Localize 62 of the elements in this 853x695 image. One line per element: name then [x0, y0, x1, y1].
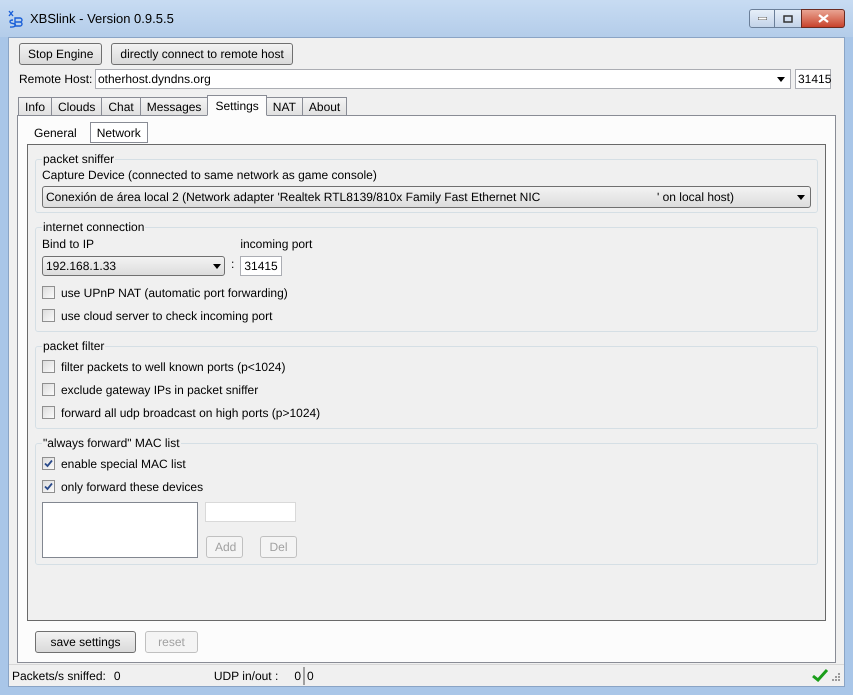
- maximize-button[interactable]: [775, 9, 801, 28]
- button[interactable]: Stop Engine: [19, 43, 102, 65]
- checkbox-label: enable special MAC list: [61, 456, 186, 472]
- resize-grip-icon: [830, 670, 840, 680]
- group-title: internet connection: [42, 220, 146, 234]
- checkmark-icon: [44, 482, 53, 491]
- checkbox[interactable]: [42, 406, 55, 419]
- button[interactable]: directly connect to remote host: [111, 43, 293, 65]
- remote-host-combobox[interactable]: otherhost.dyndns.org: [95, 69, 791, 89]
- app-logo-icon: [8, 10, 24, 28]
- tab[interactable]: Settings: [207, 95, 267, 116]
- checkbox-label: use cloud server to check incoming port: [61, 308, 272, 324]
- group-title: "always forward" MAC list: [42, 436, 181, 450]
- checkbox-label: exclude gateway IPs in packet sniffer: [61, 382, 258, 398]
- tab[interactable]: About: [302, 97, 348, 116]
- checkbox[interactable]: [42, 457, 55, 470]
- capture-device-label: Capture Device (connected to same network as game console): [42, 167, 378, 184]
- maximize-icon: [783, 14, 793, 22]
- port-separator: :: [231, 256, 234, 273]
- dropdown-arrow-icon: [213, 264, 221, 268]
- capture-device-dropdown[interactable]: Conexión de área local 2 (Network adapter 'Realtek RTL8139/810x Family Fast Ethernet NIC ' on local host): [42, 186, 811, 208]
- checkbox-label: only forward these devices: [61, 478, 204, 496]
- bind-ip-dropdown[interactable]: 192.168.1.33: [42, 256, 225, 276]
- checkbox-label: use UPnP NAT (automatic port forwarding): [61, 284, 288, 302]
- dropdown-arrow-icon: [777, 76, 785, 82]
- mac-address-field[interactable]: [205, 502, 296, 522]
- tab[interactable]: Clouds: [51, 97, 102, 116]
- tab[interactable]: General: [27, 122, 84, 143]
- mac-address-list[interactable]: [42, 502, 198, 558]
- packets-label: Packets/s sniffed:: [12, 668, 106, 684]
- checkmark-icon: [812, 669, 828, 682]
- close-icon: [818, 14, 828, 23]
- checkbox-label: filter packets to well known ports (p<1024): [61, 358, 286, 376]
- window-title: XBSlink - Version 0.9.5.5: [30, 10, 174, 28]
- udp-out-value: 0: [307, 668, 314, 684]
- minimize-icon: [758, 17, 766, 20]
- incoming-port-label: incoming port: [240, 236, 312, 253]
- udp-label: UDP in/out :: [214, 668, 278, 684]
- tab[interactable]: NAT: [266, 97, 303, 116]
- checkbox[interactable]: [42, 383, 55, 396]
- button[interactable]: save settings: [35, 631, 136, 653]
- tab[interactable]: Messages: [140, 97, 208, 116]
- checkbox[interactable]: [42, 480, 55, 493]
- tab[interactable]: Network: [90, 122, 148, 143]
- checkbox[interactable]: [42, 360, 55, 373]
- bind-ip-label: Bind to IP: [42, 236, 96, 253]
- group-title: packet sniffer: [42, 152, 116, 166]
- incoming-port-field[interactable]: 31415: [240, 256, 282, 276]
- checkbox[interactable]: [42, 309, 55, 322]
- udp-in-value: 0: [294, 666, 305, 684]
- dropdown-arrow-icon: [797, 194, 805, 200]
- minimize-button[interactable]: [749, 9, 775, 28]
- tab[interactable]: Chat: [101, 97, 141, 116]
- tab[interactable]: Info: [18, 97, 52, 116]
- close-button[interactable]: [801, 9, 845, 28]
- remote-host-label: Remote Host:: [19, 71, 94, 88]
- checkbox-label: forward all udp broadcast on high ports (p>1024): [61, 404, 320, 422]
- packets-value: 0: [114, 668, 122, 684]
- checkmark-icon: [44, 459, 53, 468]
- checkbox[interactable]: [42, 286, 55, 299]
- port-field[interactable]: 31415: [795, 69, 831, 89]
- group-title: packet filter: [42, 339, 106, 353]
